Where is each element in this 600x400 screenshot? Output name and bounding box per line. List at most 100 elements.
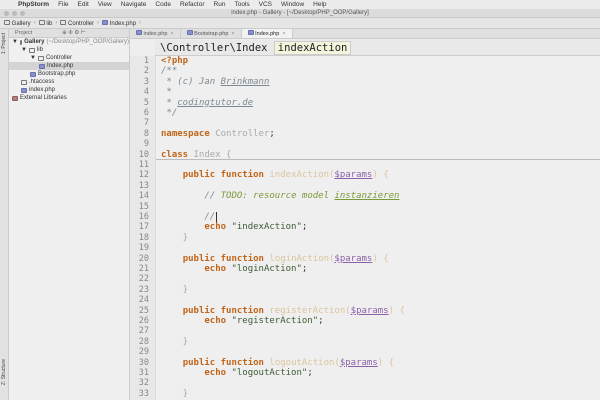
code-token: echo [204, 264, 232, 274]
php-icon [39, 63, 45, 69]
chevron-right-icon: › [55, 20, 58, 26]
tree-item-label: Gallery [24, 39, 45, 45]
menu-edit[interactable]: Edit [78, 1, 89, 8]
code-line: echo "logoutAction"; [161, 368, 313, 378]
folder-icon [28, 47, 35, 53]
breadcrumb-item[interactable]: Controller [60, 19, 94, 27]
code-line: public function indexAction($params) { [161, 170, 389, 180]
folder-icon [38, 19, 45, 25]
menu-navigate[interactable]: Navigate [121, 1, 147, 8]
tree-item-label: Controller [45, 55, 72, 61]
menu-view[interactable]: View [98, 1, 112, 8]
code-token: * [161, 87, 172, 98]
menu-bar: PhpStorm File Edit View Navigate Code Refacto… [0, 0, 600, 9]
code-token: ; [307, 368, 313, 378]
close-tab-icon[interactable]: × [231, 31, 234, 37]
file-icon [21, 79, 27, 85]
minimize-button[interactable] [12, 11, 17, 16]
window-controls [4, 11, 25, 16]
tree-item[interactable]: index.php [9, 86, 129, 94]
folder-icon [19, 39, 23, 45]
line-number: 14 [138, 191, 149, 202]
menu-window[interactable]: Window [281, 1, 304, 8]
breadcrumb-item[interactable]: lib [38, 19, 52, 27]
zoom-button[interactable] [20, 11, 25, 16]
code-token: $params [334, 170, 373, 181]
menu-tools[interactable]: Tools [234, 1, 249, 8]
project-panel-header: Project ⊕ ✣ ⚙ ⊢ [9, 29, 129, 38]
structure-tool-tab[interactable]: Z: Structure [1, 359, 7, 385]
expand-arrow-icon[interactable]: ▼ [12, 38, 18, 46]
editor-tab[interactable]: index.php × [130, 29, 181, 38]
line-number: 12 [138, 170, 149, 181]
line-number: 33 [138, 388, 149, 399]
menu-items: File Edit View Navigate Code Refactor Run Tools… [58, 1, 326, 8]
menu-run[interactable]: Run [214, 1, 226, 8]
project-tool-tab[interactable]: 1: Project [1, 33, 7, 54]
code-line: public function registerAction($params) … [161, 306, 405, 316]
expand-arrow-icon[interactable]: ▼ [21, 46, 27, 54]
line-number: 11 [138, 160, 149, 170]
tree-item-label: index.php [29, 87, 56, 93]
panel-actions[interactable]: ⊕ ✣ ⚙ ⊢ [62, 29, 86, 37]
menu-help[interactable]: Help [313, 1, 326, 8]
php-file-icon [102, 19, 109, 25]
code-token: public function [182, 253, 270, 264]
menu-code[interactable]: Code [155, 1, 171, 8]
close-tab-icon[interactable]: × [170, 31, 173, 37]
tree-item[interactable]: Bootstrap.php [9, 70, 129, 78]
breadcrumb-item[interactable]: Index.php [102, 19, 136, 27]
code-editor[interactable]: <?php/** * (c) Jan Brinkmann * * codingt… [155, 56, 600, 400]
code-line: } [161, 233, 188, 243]
code-token: public function [182, 305, 270, 316]
chevron-right-icon: › [33, 20, 36, 26]
method-separator [156, 158, 600, 160]
tree-item[interactable]: ▼ Controller [9, 54, 129, 62]
menu-vcs[interactable]: VCS [259, 1, 272, 8]
line-number: 2 [143, 66, 149, 77]
code-token: indexAction( [269, 170, 335, 181]
code-line: // TODO: resource model instanzieren [161, 191, 399, 201]
code-line: */ [161, 108, 177, 118]
tree-item[interactable]: Index.php [9, 62, 129, 70]
code-token: ; [318, 316, 324, 326]
code-token: Brinkmann [220, 76, 270, 87]
line-number: 15 [138, 201, 149, 212]
code-token: <?php [161, 56, 189, 66]
project-view-select[interactable]: Project [15, 29, 32, 37]
line-number: 32 [138, 378, 149, 389]
code-line: } [161, 337, 188, 347]
editor-tab[interactable]: Bootstrap.php × [181, 29, 242, 38]
code-token: */ [161, 108, 178, 118]
tree-item-path: (~/Desktop/PHP_OOP/Gallery) [46, 39, 129, 45]
line-number: 22 [138, 274, 149, 285]
code-token: ; [301, 264, 308, 274]
code-token: echo [204, 316, 232, 326]
menu-file[interactable]: File [58, 1, 68, 8]
tree-item[interactable]: ▼ lib [9, 46, 129, 54]
editor-tab[interactable]: Index.php × [241, 29, 293, 38]
app-menu[interactable]: PhpStorm [18, 1, 49, 8]
method-crumb[interactable]: indexAction [273, 41, 352, 55]
code-token: ; [301, 222, 308, 233]
text-cursor [216, 212, 223, 222]
tree-item[interactable]: ▼ Gallery (~/Desktop/PHP_OOP/Gallery) [9, 38, 129, 46]
tree-item[interactable]: .htaccess [9, 78, 129, 86]
class-path[interactable]: \Controller\Index [160, 42, 267, 54]
breadcrumb: Gallery › lib › Controller › Index.php › [0, 18, 600, 29]
close-tab-icon[interactable]: × [282, 31, 285, 37]
code-line: public function logoutAction($params) { [161, 358, 394, 368]
expand-arrow-icon[interactable]: ▼ [30, 54, 36, 62]
line-number: 7 [143, 118, 149, 129]
code-line: * [161, 87, 172, 98]
close-window-button[interactable] [4, 11, 9, 16]
tree-item[interactable]: External Libraries [9, 94, 129, 102]
menu-refactor[interactable]: Refactor [180, 1, 205, 8]
breadcrumb-item[interactable]: Gallery [4, 19, 31, 27]
structure-navbar: \Controller\Index indexAction [155, 40, 600, 56]
code-token: echo [204, 222, 232, 233]
code-token: $params [339, 357, 378, 368]
editor-tabs: index.php × Bootstrap.php × Index.php × [130, 29, 600, 39]
